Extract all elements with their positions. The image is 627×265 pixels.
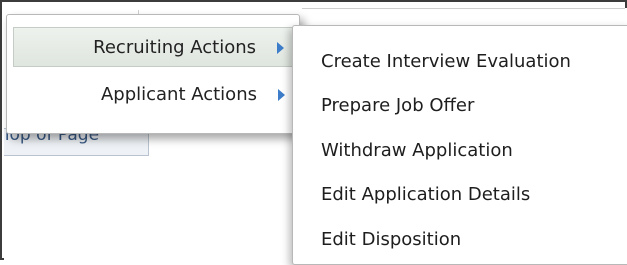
menu-item-label: Recruiting Actions bbox=[93, 37, 256, 58]
submenu-item-prepare-job-offer[interactable]: Prepare Job Offer bbox=[321, 86, 474, 126]
menu-item-applicant-actions[interactable]: Applicant Actions bbox=[13, 75, 293, 115]
submenu-item-create-interview-evaluation[interactable]: Create Interview Evaluation bbox=[321, 42, 571, 82]
actions-menu: Recruiting Actions Applicant Actions bbox=[6, 14, 300, 134]
submenu-item-withdraw-application[interactable]: Withdraw Application bbox=[321, 131, 513, 171]
submenu-arrow-icon bbox=[278, 89, 285, 101]
panel-border-top bbox=[302, 8, 625, 9]
submenu-item-edit-application-details[interactable]: Edit Application Details bbox=[321, 175, 530, 215]
recruiting-actions-submenu: Create Interview Evaluation Prepare Job … bbox=[292, 25, 627, 265]
menu-item-label: Applicant Actions bbox=[100, 84, 257, 105]
submenu-item-edit-disposition[interactable]: Edit Disposition bbox=[321, 220, 461, 260]
submenu-arrow-icon bbox=[277, 42, 284, 54]
menu-item-recruiting-actions[interactable]: Recruiting Actions bbox=[13, 27, 293, 67]
